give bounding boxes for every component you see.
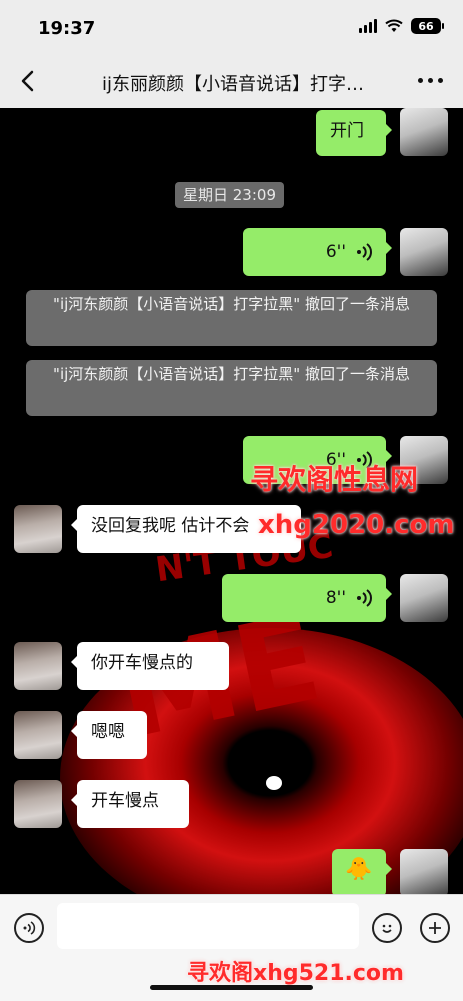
voice-mode-icon[interactable] — [14, 913, 44, 943]
watermark-text: 寻欢阁性息网 — [250, 463, 419, 496]
status-bar: 19:37 66 — [0, 0, 463, 56]
watermark-bottom: 寻欢阁xhg521.com — [187, 961, 404, 986]
avatar-self[interactable] — [400, 574, 448, 622]
message-bubble-other[interactable]: 嗯嗯 — [71, 711, 147, 759]
battery-icon: 66 — [411, 18, 444, 34]
wifi-icon — [385, 19, 403, 32]
more-icon[interactable] — [418, 78, 443, 83]
watermark-url: xhg2020.com — [258, 510, 455, 540]
emoji-icon[interactable] — [372, 913, 402, 943]
avatar-self[interactable] — [400, 228, 448, 276]
voice-wave-icon — [357, 243, 372, 261]
status-time: 19:37 — [38, 18, 96, 39]
signal-icon — [359, 19, 377, 33]
chat-title: ij东丽颜颜【小语音说话】打字… — [101, 74, 364, 95]
message-bubble-other[interactable]: 开车慢点 — [71, 780, 189, 828]
emoji-message-self[interactable]: 🐥 — [332, 849, 392, 894]
message-bubble-self[interactable]: 开门 — [316, 110, 392, 156]
message-input[interactable] — [57, 903, 359, 949]
plus-icon[interactable] — [420, 913, 450, 943]
avatar-self[interactable] — [400, 849, 448, 894]
status-icons: 66 — [359, 18, 444, 34]
back-icon[interactable] — [14, 66, 44, 96]
avatar-other[interactable] — [14, 711, 62, 759]
avatar-other[interactable] — [14, 505, 62, 553]
message-timestamp: 星期日 23:09 — [175, 182, 284, 208]
message-bubble-other[interactable]: 你开车慢点的 — [71, 642, 229, 690]
nav-bar: ij东丽颜颜【小语音说话】打字… — [0, 56, 463, 109]
avatar-other[interactable] — [14, 780, 62, 828]
avatar-self[interactable] — [400, 108, 448, 156]
voice-message-self[interactable]: 6'' — [243, 228, 392, 276]
voice-duration: 8'' — [325, 588, 346, 608]
avatar-other[interactable] — [14, 642, 62, 690]
voice-duration: 6'' — [325, 242, 346, 262]
background-eye-glint — [266, 776, 282, 790]
home-indicator — [150, 985, 313, 990]
recall-notice: "ij河东颜颜【小语音说话】打字拉黑" 撤回了一条消息 — [26, 360, 437, 416]
recall-notice: "ij河东颜颜【小语音说话】打字拉黑" 撤回了一条消息 — [26, 290, 437, 346]
voice-message-self[interactable]: 8'' — [222, 574, 392, 622]
chat-area[interactable]: N'T TOUC ME 开门 星期日 23:09 6'' "ij河东颜颜【小语音… — [0, 108, 463, 894]
voice-wave-icon — [357, 589, 372, 607]
